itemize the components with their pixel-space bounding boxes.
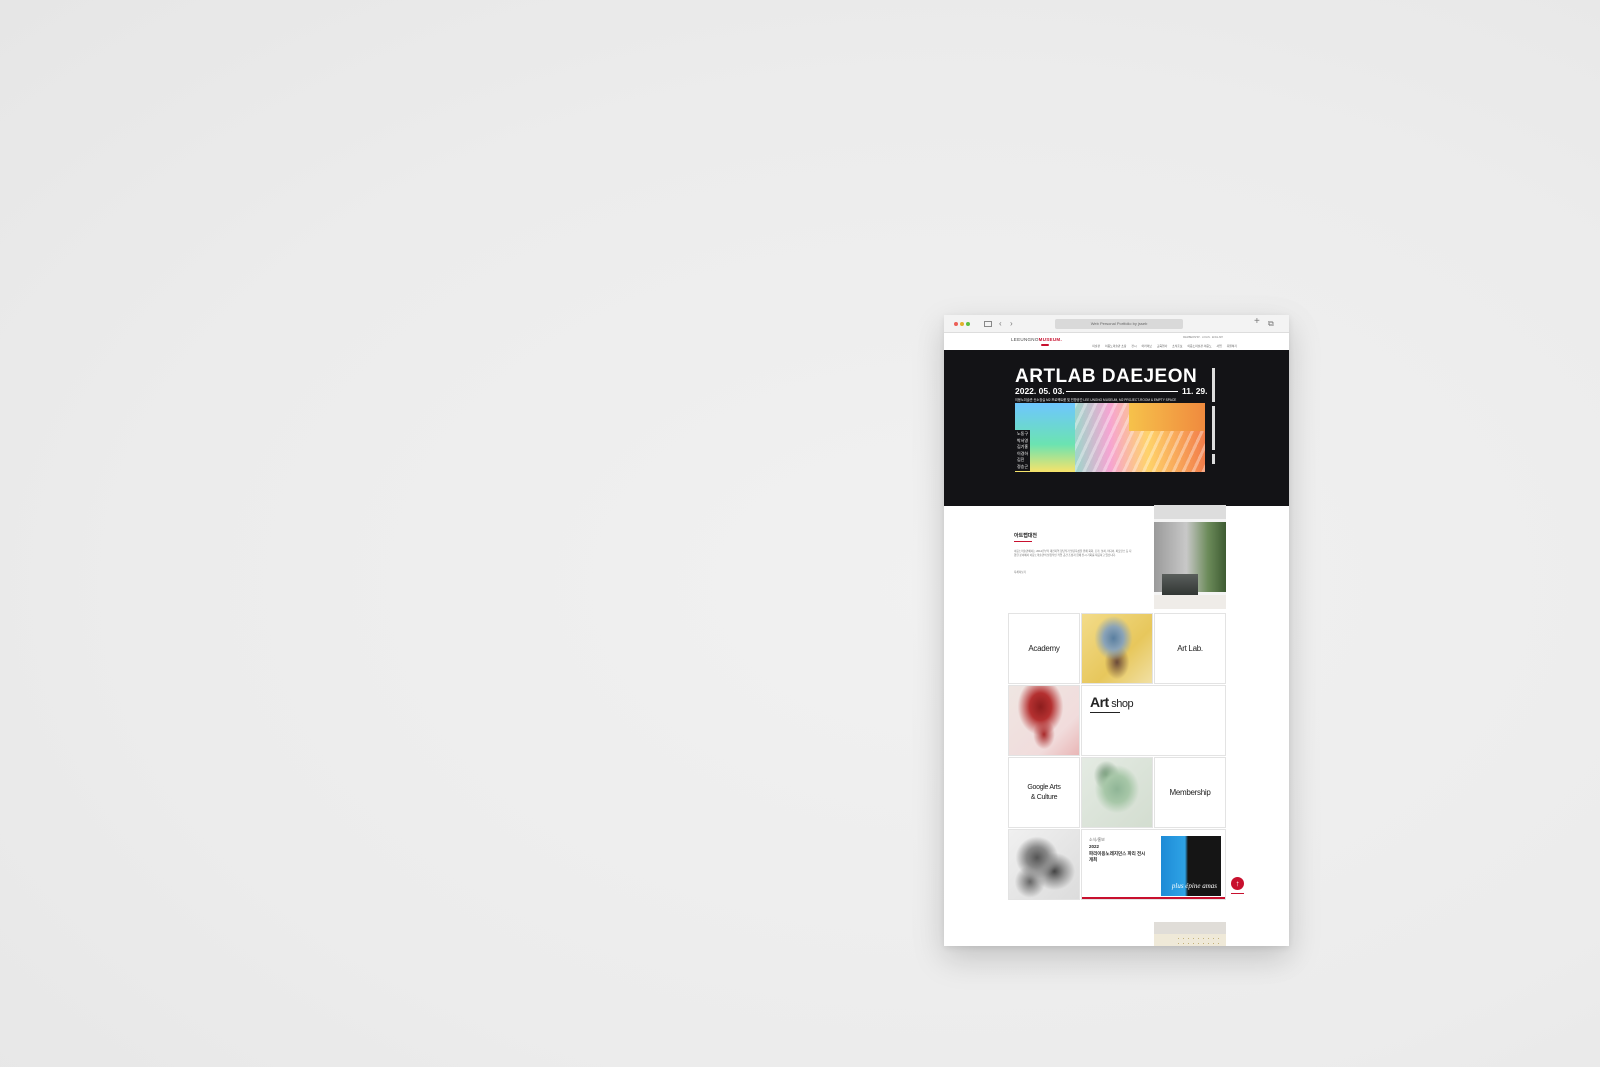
google-arts-tile[interactable]: Google Arts & Culture (1008, 757, 1080, 828)
intro-divider (1014, 541, 1032, 542)
nav-item[interactable]: 이응노미술관·이응노 (1187, 344, 1211, 348)
artwork-tile (1008, 829, 1080, 900)
nav-item[interactable]: 후원하기 (1227, 344, 1237, 348)
news-category: 소식/홍보 (1089, 837, 1105, 842)
hero-title: ARTLAB DAEJEON (1015, 366, 1198, 387)
sidebar-icon[interactable] (984, 321, 992, 327)
site-header: LEEUNGNOMUSEUM. MEMBERSHIP · LOGIN · ENG… (944, 333, 1289, 350)
artwork-tile (1081, 613, 1153, 684)
address-bar[interactable]: Web Personal Portfolio by jsseb (1055, 319, 1183, 329)
hero-venue: 이응노미술관 신소장실 M2 프로젝트룸 및 빈방공간 LEE UNGNO MU… (1015, 398, 1177, 402)
nav-item[interactable]: 이응노미술관 소장 (1105, 344, 1126, 348)
news-tile[interactable]: 소식/홍보 2022 파리이응노레지던스 파리 전시 개최 plus épine… (1081, 829, 1226, 900)
pool-image (1162, 574, 1198, 596)
academy-label: Academy (1028, 643, 1060, 653)
membership-tile[interactable]: Membership (1154, 757, 1226, 828)
nav-item[interactable]: 사업 (1217, 344, 1222, 348)
intro-title: 아트랩대전 (1014, 533, 1038, 539)
minimize-dot[interactable] (960, 322, 964, 326)
artshop-underline (1090, 712, 1120, 713)
nav-item[interactable]: 아카이브 (1142, 344, 1152, 348)
artwork-tile (1081, 757, 1153, 828)
hero-artwork-accent (1129, 403, 1205, 431)
nav-item[interactable]: 전시 (1131, 344, 1136, 348)
main-nav: 미술관 이응노미술관 소장 전시 아카이브 교육행사 소식홍보 이응노미술관·이… (1092, 344, 1237, 348)
nav-item[interactable]: 미술관 (1092, 344, 1100, 348)
thumbnail-image[interactable]: 2022 전시 (1154, 522, 1226, 606)
hero-date-start: 2022. 05. 03. (1015, 386, 1065, 396)
artist-list: 노동구 박서영 김기홍 이경하 김진 정승곤 (1015, 430, 1031, 471)
forward-icon[interactable]: › (1010, 319, 1013, 329)
tabs-icon[interactable]: ⧉ (1268, 319, 1274, 329)
nav-item[interactable]: 교육행사 (1157, 344, 1167, 348)
plus-icon[interactable]: + (1254, 317, 1260, 327)
artshop-tile[interactable]: Art shop (1081, 685, 1226, 756)
close-dot[interactable] (954, 322, 958, 326)
hero-banner[interactable]: ARTLAB DAEJEON 2022. 05. 03. 11. 29. 이응노… (944, 350, 1289, 506)
artshop-title: Art shop (1090, 694, 1134, 710)
hero-date-end: 11. 29. (1182, 386, 1208, 396)
intro-body: 이응노미술관에서는 2014년부터 대전지역 청년작가 발굴육성을 위해 회화,… (1014, 550, 1132, 557)
nav-item[interactable]: 소식홍보 (1172, 344, 1182, 348)
browser-toolbar: ‹ › Web Personal Portfolio by jsseb + ⧉ (944, 315, 1289, 333)
bottom-thumbnail[interactable] (1154, 922, 1226, 946)
membership-label: Membership (1169, 787, 1211, 797)
back-icon[interactable]: ‹ (999, 319, 1002, 329)
artwork-tile (1008, 685, 1080, 756)
news-year: 2022 (1089, 844, 1100, 849)
news-underline (1082, 897, 1225, 899)
artlab-label: Art Lab. (1177, 643, 1203, 653)
site-logo[interactable]: LEEUNGNOMUSEUM. (1011, 337, 1062, 342)
zoom-dot[interactable] (966, 322, 970, 326)
logo-mark (1041, 344, 1049, 346)
intro-thumbnail-slider[interactable]: 2022 전시 (1154, 505, 1226, 609)
scroll-top-button[interactable]: ↑ (1231, 877, 1244, 890)
artlab-tile[interactable]: Art Lab. (1154, 613, 1226, 684)
news-title: 파리이응노레지던스 파리 전시 개최 (1089, 851, 1146, 862)
intro-more-link[interactable]: 자세히보기 (1014, 570, 1026, 574)
hero-date-line (1066, 391, 1178, 392)
thumbnail-next[interactable] (1154, 595, 1226, 609)
artist-name: 노동구 (1017, 431, 1029, 436)
academy-tile[interactable]: Academy (1008, 613, 1080, 684)
scroll-top-underline (1231, 893, 1244, 894)
artist-name: 김기홍 (1017, 444, 1029, 449)
news-poster-text: plus épine amas (1171, 882, 1217, 890)
browser-window: ‹ › Web Personal Portfolio by jsseb + ⧉ … (944, 315, 1289, 946)
thumbnail-prev[interactable] (1154, 505, 1226, 519)
artist-name: 정승곤 (1017, 463, 1029, 469)
utility-links[interactable]: MEMBERSHIP · LOGIN · ENGLISH (1183, 336, 1223, 339)
hero-vertical-text (1209, 368, 1217, 472)
quick-link-grid: Academy Art Lab. Art shop Google Arts & … (1008, 613, 1226, 900)
google-arts-label: Google Arts & Culture (1027, 784, 1061, 801)
